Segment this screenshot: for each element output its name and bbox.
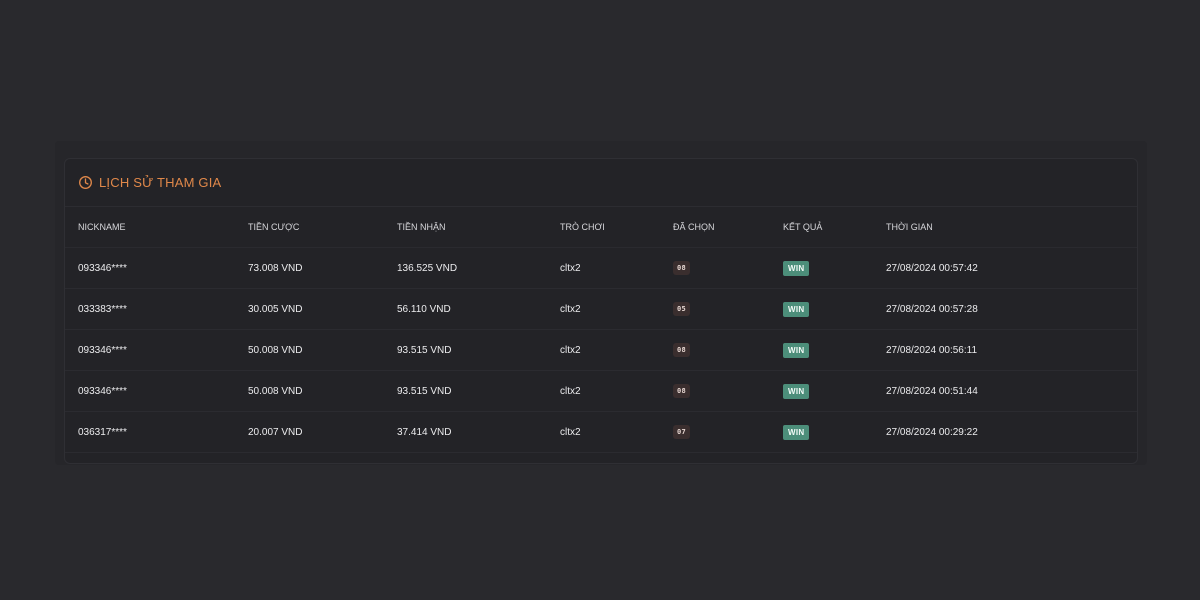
result-badge: WIN: [783, 424, 810, 440]
cell-received: 136.525 VND: [397, 247, 560, 289]
cell-received: 56.110 VND: [397, 288, 560, 330]
cell-result: WIN: [783, 411, 886, 453]
history-table: NICKNAME TIỀN CƯỢC TIỀN NHẬN TRÒ CHƠI ĐÃ…: [65, 207, 1137, 453]
picked-badge: 07: [673, 425, 691, 439]
cell-nickname: 033383****: [65, 288, 248, 330]
cell-nickname: 036317****: [65, 411, 248, 453]
column-header-time: THỜI GIAN: [886, 207, 1137, 248]
history-panel: LỊCH SỬ THAM GIA NICKNAME TIỀN CƯỢC TIỀN…: [64, 158, 1138, 464]
cell-time: 27/08/2024 00:51:44: [886, 370, 1137, 412]
cell-bet: 20.007 VND: [248, 411, 397, 453]
cell-picked: 05: [673, 288, 783, 330]
column-header-received: TIỀN NHẬN: [397, 207, 560, 248]
picked-badge: 08: [673, 343, 691, 357]
cell-nickname: 093346****: [65, 370, 248, 412]
picked-badge: 05: [673, 302, 691, 316]
result-badge: WIN: [783, 301, 810, 317]
table-row: 093346**** 73.008 VND 136.525 VND cltx2 …: [65, 247, 1137, 289]
cell-game: cltx2: [560, 411, 673, 453]
panel-header: LỊCH SỬ THAM GIA: [65, 159, 1137, 207]
column-header-bet: TIỀN CƯỢC: [248, 207, 397, 248]
table-row: 033383**** 30.005 VND 56.110 VND cltx2 0…: [65, 288, 1137, 330]
cell-time: 27/08/2024 00:29:22: [886, 411, 1137, 453]
cell-received: 93.515 VND: [397, 370, 560, 412]
picked-badge: 08: [673, 384, 691, 398]
cell-game: cltx2: [560, 247, 673, 289]
cell-game: cltx2: [560, 370, 673, 412]
table-row: 093346**** 50.008 VND 93.515 VND cltx2 0…: [65, 329, 1137, 371]
clock-icon: [78, 175, 93, 190]
cell-time: 27/08/2024 00:56:11: [886, 329, 1137, 371]
table-row: 093346**** 50.008 VND 93.515 VND cltx2 0…: [65, 370, 1137, 412]
panel-title: LỊCH SỬ THAM GIA: [99, 175, 222, 190]
picked-badge: 08: [673, 261, 691, 275]
cell-nickname: 093346****: [65, 247, 248, 289]
cell-nickname: 093346****: [65, 329, 248, 371]
result-badge: WIN: [783, 383, 810, 399]
cell-time: 27/08/2024 00:57:42: [886, 247, 1137, 289]
cell-bet: 50.008 VND: [248, 370, 397, 412]
cell-bet: 50.008 VND: [248, 329, 397, 371]
column-header-result: KẾT QUẢ: [783, 207, 886, 248]
cell-bet: 73.008 VND: [248, 247, 397, 289]
cell-result: WIN: [783, 288, 886, 330]
cell-game: cltx2: [560, 288, 673, 330]
result-badge: WIN: [783, 260, 810, 276]
cell-picked: 08: [673, 329, 783, 371]
table-row: 036317**** 20.007 VND 37.414 VND cltx2 0…: [65, 411, 1137, 453]
result-badge: WIN: [783, 342, 810, 358]
column-header-game: TRÒ CHƠI: [560, 207, 673, 248]
cell-result: WIN: [783, 370, 886, 412]
column-header-nickname: NICKNAME: [65, 207, 248, 248]
column-header-picked: ĐÃ CHỌN: [673, 207, 783, 248]
table-header-row: NICKNAME TIỀN CƯỢC TIỀN NHẬN TRÒ CHƠI ĐÃ…: [65, 207, 1137, 248]
cell-picked: 07: [673, 411, 783, 453]
cell-received: 93.515 VND: [397, 329, 560, 371]
cell-result: WIN: [783, 329, 886, 371]
cell-picked: 08: [673, 370, 783, 412]
cell-received: 37.414 VND: [397, 411, 560, 453]
cell-game: cltx2: [560, 329, 673, 371]
cell-result: WIN: [783, 247, 886, 289]
cell-picked: 08: [673, 247, 783, 289]
cell-bet: 30.005 VND: [248, 288, 397, 330]
cell-time: 27/08/2024 00:57:28: [886, 288, 1137, 330]
